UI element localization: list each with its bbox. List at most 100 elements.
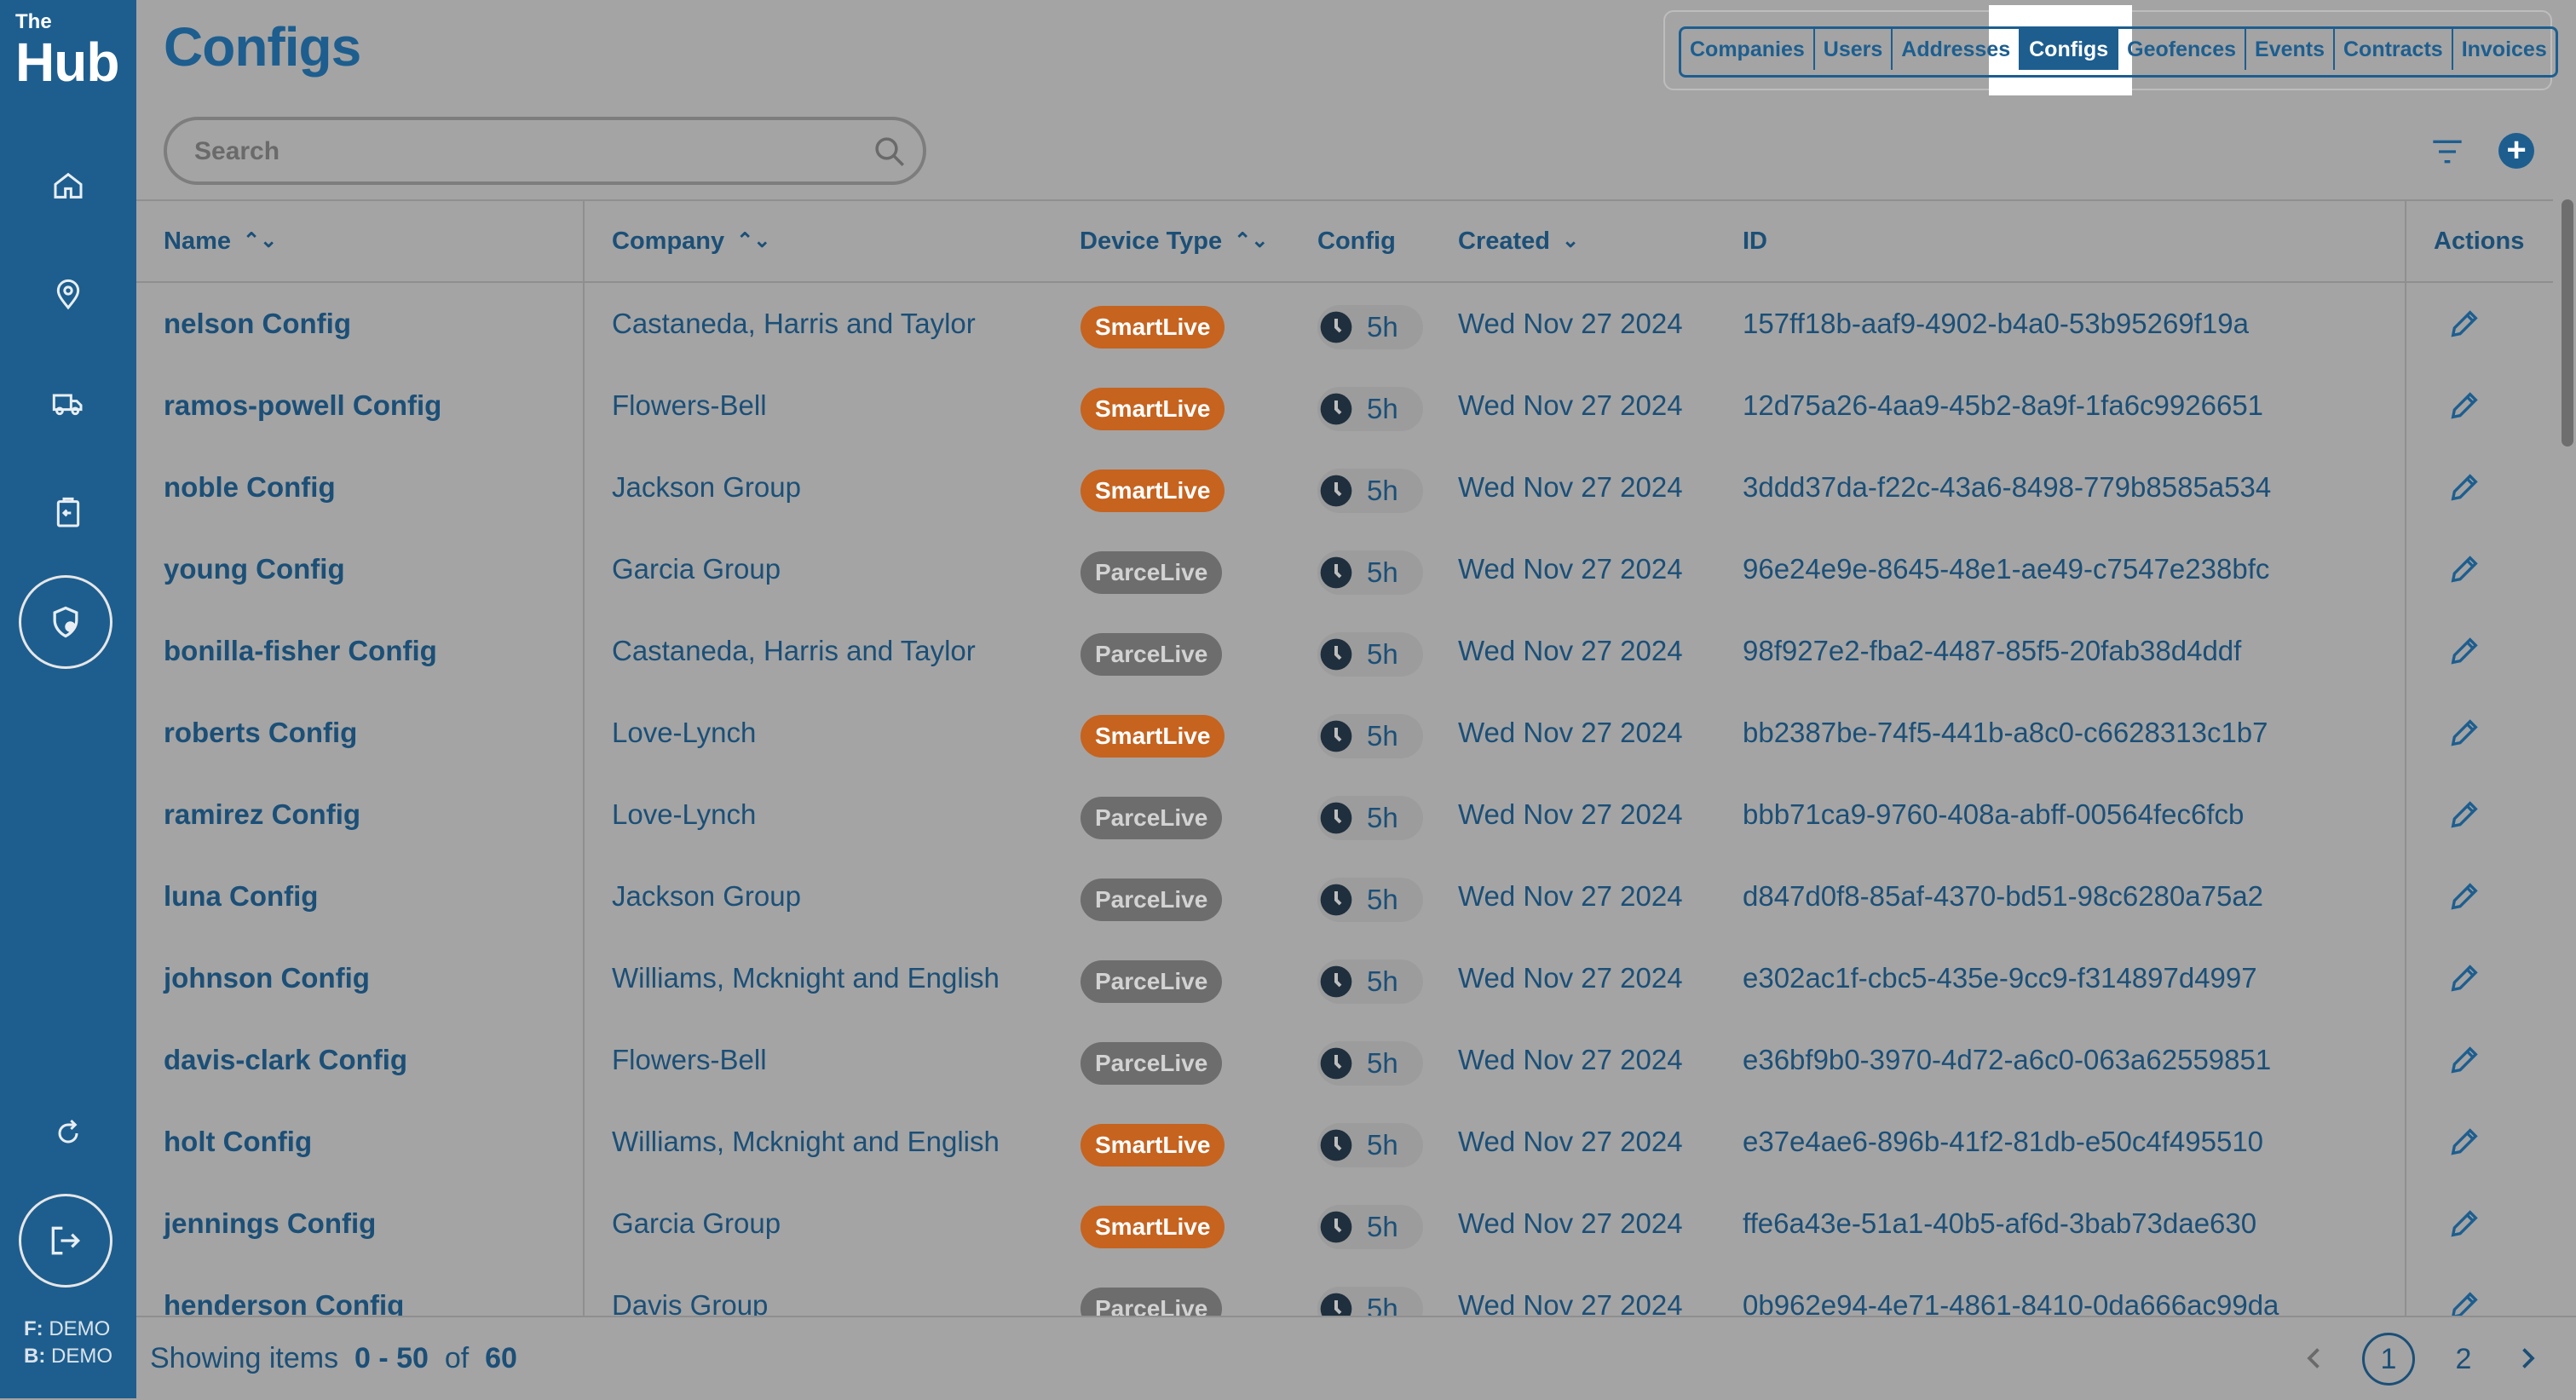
pencil-icon[interactable] (2447, 307, 2481, 341)
search-input[interactable] (193, 132, 844, 171)
config-name[interactable]: young Config (164, 528, 345, 610)
tab-configs[interactable]: Configs (2020, 29, 2119, 70)
tab-contracts[interactable]: Contracts (2335, 29, 2453, 70)
table-row[interactable]: noble Config Jackson Group SmartLive 5h Wed … (136, 447, 2553, 528)
config-name[interactable]: johnson Config (164, 937, 370, 1019)
device-type-badge: ParceLive (1081, 633, 1223, 676)
pencil-icon[interactable] (2447, 634, 2481, 668)
table-row[interactable]: roberts Config Love-Lynch SmartLive 5h Wed N… (136, 692, 2553, 774)
tab-users[interactable]: Users (1815, 29, 1893, 70)
created-date: Wed Nov 27 2024 (1458, 962, 1683, 994)
clock-icon (1319, 965, 1353, 999)
page-1-button[interactable]: 1 (2362, 1333, 2415, 1386)
config-id: e302ac1f-cbc5-435e-9cc9-f314897d4997 (1743, 962, 2257, 994)
search-box (164, 117, 926, 185)
scrollbar[interactable] (2562, 199, 2573, 447)
clipboard-icon[interactable] (43, 487, 94, 539)
nav-tabs: Companies Users Addresses Configs Geofen… (1679, 26, 2558, 78)
table-row[interactable]: jennings Config Garcia Group SmartLive 5h We… (136, 1183, 2553, 1265)
table-row[interactable]: henderson Config Davis Group ParceLive 5h We… (136, 1265, 2553, 1317)
clock-icon (1319, 474, 1353, 508)
pencil-icon[interactable] (2447, 389, 2481, 423)
config-id: 98f927e2-fba2-4487-85f5-20fab38d4ddf (1743, 635, 2242, 666)
config-name[interactable]: davis-clark Config (164, 1019, 407, 1101)
config-id: 0b962e94-4e71-4861-8410-0da666ac99da (1743, 1289, 2279, 1317)
tab-geofences[interactable]: Geofences (2118, 29, 2247, 70)
table-row[interactable]: nelson Config Castaneda, Harris and Taylo… (136, 283, 2553, 365)
created-date: Wed Nov 27 2024 (1458, 880, 1683, 912)
clock-icon (1319, 1292, 1353, 1317)
next-page-icon[interactable] (2512, 1343, 2543, 1374)
table-row[interactable]: ramos-powell Config Flowers-Bell SmartLive… (136, 365, 2553, 447)
table-footer: Showing items 0 - 50 of 60 1 2 (136, 1316, 2576, 1398)
home-icon[interactable] (43, 160, 94, 211)
previous-page-icon[interactable] (2299, 1343, 2330, 1374)
pencil-icon[interactable] (2447, 716, 2481, 750)
config-interval: 5h (1317, 387, 1423, 431)
device-type-badge: ParceLive (1081, 1042, 1223, 1085)
tab-addresses[interactable]: Addresses (1893, 29, 2021, 70)
clock-icon (1319, 883, 1353, 917)
config-name[interactable]: holt Config (164, 1101, 312, 1183)
location-pin-icon[interactable] (43, 269, 94, 320)
add-circle-icon[interactable]: + (2498, 133, 2534, 169)
env-b: B: DEMO (24, 1345, 112, 1368)
config-id: 96e24e9e-8645-48e1-ae49-c7547e238bfc (1743, 553, 2270, 585)
tab-events[interactable]: Events (2246, 29, 2335, 70)
shield-gear-icon[interactable] (19, 575, 112, 669)
config-name[interactable]: ramos-powell Config (164, 365, 441, 447)
truck-icon[interactable] (43, 378, 94, 429)
column-header-company[interactable]: Company ⌃⌄ (612, 201, 770, 281)
config-name[interactable]: roberts Config (164, 692, 357, 774)
pencil-icon[interactable] (2447, 470, 2481, 504)
company-name: Jackson Group (612, 471, 801, 503)
column-header-created[interactable]: Created ⌄ (1458, 201, 1579, 281)
column-header-name[interactable]: Name ⌃⌄ (164, 201, 277, 281)
created-date: Wed Nov 27 2024 (1458, 1044, 1683, 1075)
config-name[interactable]: henderson Config (164, 1265, 404, 1317)
pencil-icon[interactable] (2447, 1125, 2481, 1159)
clock-icon (1319, 801, 1353, 835)
company-name: Castaneda, Harris and Taylor (612, 635, 976, 666)
config-name[interactable]: noble Config (164, 447, 336, 528)
table-row[interactable]: holt Config Williams, Mcknight and Englis… (136, 1101, 2553, 1183)
company-name: Williams, Mcknight and English (612, 962, 1000, 994)
clock-icon (1319, 1046, 1353, 1080)
table-row[interactable]: ramirez Config Love-Lynch ParceLive 5h Wed N… (136, 774, 2553, 856)
table-row[interactable]: davis-clark Config Flowers-Bell ParceLive 5… (136, 1019, 2553, 1101)
config-name[interactable]: bonilla-fisher Config (164, 610, 437, 692)
refresh-icon[interactable] (43, 1108, 94, 1159)
column-header-id: ID (1743, 228, 1767, 255)
search-icon[interactable] (872, 134, 908, 170)
pencil-icon[interactable] (2447, 798, 2481, 832)
config-name[interactable]: ramirez Config (164, 774, 360, 856)
config-name[interactable]: luna Config (164, 856, 318, 937)
pencil-icon[interactable] (2447, 1043, 2481, 1077)
column-header-device-type[interactable]: Device Type ⌃⌄ (1080, 201, 1268, 281)
page-2-button[interactable]: 2 (2442, 1333, 2485, 1386)
config-name[interactable]: nelson Config (164, 283, 351, 365)
pencil-icon[interactable] (2447, 879, 2481, 913)
sort-icon: ⌃⌄ (736, 229, 771, 252)
pencil-icon[interactable] (2447, 552, 2481, 586)
config-name[interactable]: jennings Config (164, 1183, 376, 1265)
pencil-icon[interactable] (2447, 1207, 2481, 1241)
logout-icon[interactable] (19, 1194, 112, 1288)
tab-invoices[interactable]: Invoices (2453, 29, 2556, 70)
table-row[interactable]: bonilla-fisher Config Castaneda, Harris a… (136, 610, 2553, 692)
pencil-icon[interactable] (2447, 961, 2481, 995)
table-row[interactable]: young Config Garcia Group ParceLive 5h Wed N… (136, 528, 2553, 610)
created-date: Wed Nov 27 2024 (1458, 1126, 1683, 1157)
config-id: 157ff18b-aaf9-4902-b4a0-53b95269f19a (1743, 308, 2249, 339)
config-id: ffe6a43e-51a1-40b5-af6d-3bab73dae630 (1743, 1207, 2257, 1239)
created-date: Wed Nov 27 2024 (1458, 1207, 1683, 1239)
table-row[interactable]: luna Config Jackson Group ParceLive 5h Wed N… (136, 856, 2553, 937)
filter-icon[interactable] (2430, 136, 2464, 167)
clock-icon (1319, 310, 1353, 344)
pencil-icon[interactable] (2447, 1288, 2481, 1317)
config-interval: 5h (1317, 305, 1423, 349)
sidebar: The Hub F: DEMO B: DEMO (0, 0, 136, 1398)
config-id: 12d75a26-4aa9-45b2-8a9f-1fa6c9926651 (1743, 389, 2264, 421)
table-row[interactable]: johnson Config Williams, Mcknight and Eng… (136, 937, 2553, 1019)
tab-companies[interactable]: Companies (1681, 29, 1815, 70)
